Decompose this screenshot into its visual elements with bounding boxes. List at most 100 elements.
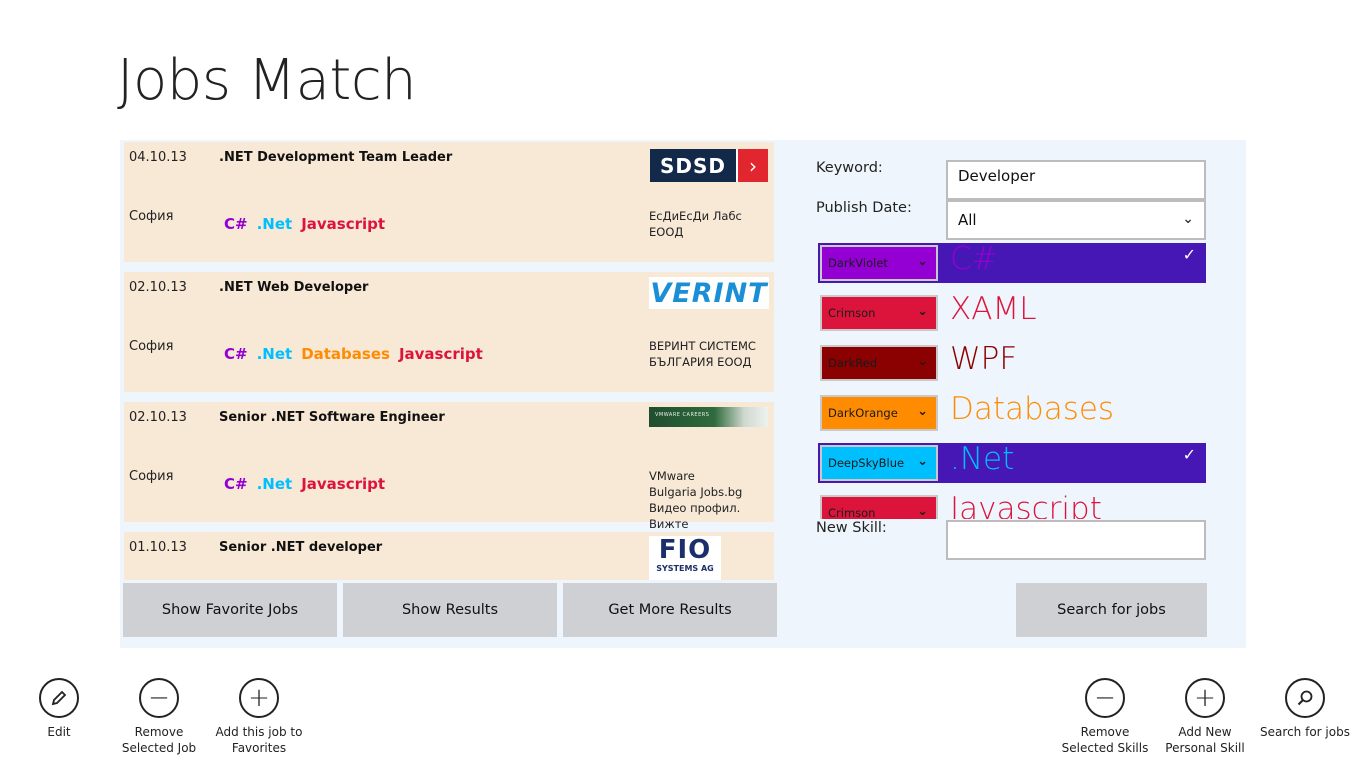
job-item[interactable]: 02.10.13 Senior .NET Software Engineer С… xyxy=(124,402,774,531)
remove-selected-job-button[interactable]: − Remove Selected Job xyxy=(109,678,209,756)
job-skill-tag: Javascript xyxy=(301,215,386,233)
chevron-down-icon: ⌄ xyxy=(917,404,928,419)
color-name: DarkOrange xyxy=(828,406,898,420)
color-picker[interactable]: DarkViolet ⌄ xyxy=(820,245,938,281)
remove-selected-skills-button[interactable]: − Remove Selected Skills xyxy=(1055,678,1155,756)
publish-date-value: All xyxy=(958,211,977,229)
vmware-logo-text: VMWARE CAREERS xyxy=(655,412,710,418)
skills-list[interactable]: DarkViolet ⌄ C# ✓ Crimson ⌄ XAML DarkRed… xyxy=(818,243,1208,519)
skill-item[interactable]: DarkRed ⌄ WPF xyxy=(818,341,1206,383)
vmware-logo: VMWARE CAREERS xyxy=(649,407,768,427)
job-title: .NET Web Developer xyxy=(219,280,369,295)
remove-selected-job-label: Remove Selected Job xyxy=(121,725,197,755)
checkmark-icon: ✓ xyxy=(1182,445,1196,464)
job-skill-tag: C# xyxy=(224,475,248,493)
skill-item[interactable]: Crimson ⌄ XAML xyxy=(818,291,1206,333)
job-skill-tag: C# xyxy=(224,215,248,233)
appbar-search-button[interactable]: Search for jobs xyxy=(1255,678,1355,740)
skill-name: WPF xyxy=(950,341,1018,377)
company-line: Bulgaria Jobs.bg xyxy=(649,485,743,499)
color-name: DarkViolet xyxy=(828,256,888,270)
verint-logo: VERINT xyxy=(649,277,769,309)
company-line: VMware xyxy=(649,469,695,483)
job-date: 02.10.13 xyxy=(129,410,187,425)
skill-item[interactable]: DeepSkyBlue ⌄ .Net ✓ xyxy=(818,441,1206,483)
sdsd-logo-text: SDSD xyxy=(650,149,736,182)
job-item[interactable]: 04.10.13 .NET Development Team Leader Со… xyxy=(124,142,774,262)
skill-name: C# xyxy=(950,243,998,277)
new-skill-input[interactable] xyxy=(946,520,1206,560)
job-city: София xyxy=(129,209,174,224)
publish-date-label: Publish Date: xyxy=(816,200,912,216)
job-date: 01.10.13 xyxy=(129,540,187,555)
color-picker[interactable]: DarkOrange ⌄ xyxy=(820,395,938,431)
company-name: ЕсДиЕсДи Лабс ЕООД xyxy=(649,209,742,239)
publish-date-select[interactable]: All ⌄ xyxy=(946,200,1206,240)
fio-logo: FIO SYSTEMS AG xyxy=(649,536,721,580)
new-skill-label: New Skill: xyxy=(816,520,887,536)
job-date: 04.10.13 xyxy=(129,150,187,165)
skill-name: Javascript xyxy=(950,491,1102,519)
job-skill-tag: Javascript xyxy=(301,475,386,493)
job-city: София xyxy=(129,469,174,484)
page-title: Jobs Match xyxy=(117,48,417,113)
job-skill-tag: .Net xyxy=(256,345,293,363)
job-skill-tag: Javascript xyxy=(398,345,483,363)
chevron-down-icon: ⌄ xyxy=(917,304,928,319)
show-favorite-jobs-button[interactable]: Show Favorite Jobs xyxy=(123,583,337,637)
job-title: Senior .NET Software Engineer xyxy=(219,410,445,425)
chevron-down-icon: ⌄ xyxy=(917,454,928,469)
add-new-personal-skill-label: Add New Personal Skill xyxy=(1165,725,1245,755)
color-name: DeepSkyBlue xyxy=(828,456,905,470)
job-title: .NET Development Team Leader xyxy=(219,150,453,165)
color-picker[interactable]: Crimson ⌄ xyxy=(820,495,938,519)
job-item[interactable]: 01.10.13 Senior .NET developer FIO SYSTE… xyxy=(124,532,774,580)
skill-item[interactable]: DarkOrange ⌄ Databases xyxy=(818,391,1206,433)
job-skills: C# .Net Javascript xyxy=(224,475,394,493)
search-for-jobs-button[interactable]: Search for jobs xyxy=(1016,583,1207,637)
color-picker[interactable]: DarkRed ⌄ xyxy=(820,345,938,381)
minus-icon: − xyxy=(1085,678,1125,718)
color-name: Crimson xyxy=(828,506,876,519)
job-skills: C# .Net Databases Javascript xyxy=(224,345,492,363)
minus-icon: − xyxy=(139,678,179,718)
checkmark-icon: ✓ xyxy=(1182,245,1196,264)
job-title: Senior .NET developer xyxy=(219,540,383,555)
job-skill-tag: Databases xyxy=(301,345,390,363)
edit-label: Edit xyxy=(47,725,71,739)
show-results-button[interactable]: Show Results xyxy=(343,583,557,637)
search-icon xyxy=(1285,678,1325,718)
skill-name: .Net xyxy=(950,441,1015,477)
company-name: ВЕРИНТ СИСТЕМС БЪЛГАРИЯ ЕООД xyxy=(649,339,756,369)
job-skill-tag: C# xyxy=(224,345,248,363)
chevron-down-icon: ⌄ xyxy=(917,354,928,369)
appbar-search-label: Search for jobs xyxy=(1260,725,1350,739)
job-skill-tag: .Net xyxy=(256,475,293,493)
add-to-favorites-button[interactable]: + Add this job to Favorites xyxy=(209,678,309,756)
skill-item[interactable]: DarkViolet ⌄ C# ✓ xyxy=(818,243,1206,283)
skill-item[interactable]: Crimson ⌄ Javascript xyxy=(818,491,1206,519)
skill-name: Databases xyxy=(950,391,1115,427)
job-date: 02.10.13 xyxy=(129,280,187,295)
fio-logo-text: FIO xyxy=(658,535,712,565)
get-more-results-button[interactable]: Get More Results xyxy=(563,583,777,637)
plus-icon: + xyxy=(239,678,279,718)
chevron-down-icon: ⌄ xyxy=(1182,211,1194,227)
plus-icon: + xyxy=(1185,678,1225,718)
keyword-input[interactable]: Developer xyxy=(946,160,1206,200)
edit-button[interactable]: Edit xyxy=(9,678,109,740)
remove-selected-skills-label: Remove Selected Skills xyxy=(1061,725,1149,755)
pencil-icon xyxy=(39,678,79,718)
chevron-down-icon: ⌄ xyxy=(917,254,928,269)
company-name: VMware Bulgaria Jobs.bg Видео профил. Ви… xyxy=(649,468,774,532)
skill-name: XAML xyxy=(950,291,1037,327)
job-skills: C# .Net Javascript xyxy=(224,215,394,233)
job-item[interactable]: 02.10.13 .NET Web Developer София C# .Net… xyxy=(124,272,774,392)
job-skill-tag: .Net xyxy=(256,215,293,233)
color-picker[interactable]: DeepSkyBlue ⌄ xyxy=(820,445,938,481)
color-picker[interactable]: Crimson ⌄ xyxy=(820,295,938,331)
fio-logo-subtext: SYSTEMS AG xyxy=(656,564,714,573)
jobs-list[interactable]: 04.10.13 .NET Development Team Leader Со… xyxy=(124,142,774,580)
add-new-personal-skill-button[interactable]: + Add New Personal Skill xyxy=(1155,678,1255,756)
company-logo: SDSD › xyxy=(650,149,768,182)
